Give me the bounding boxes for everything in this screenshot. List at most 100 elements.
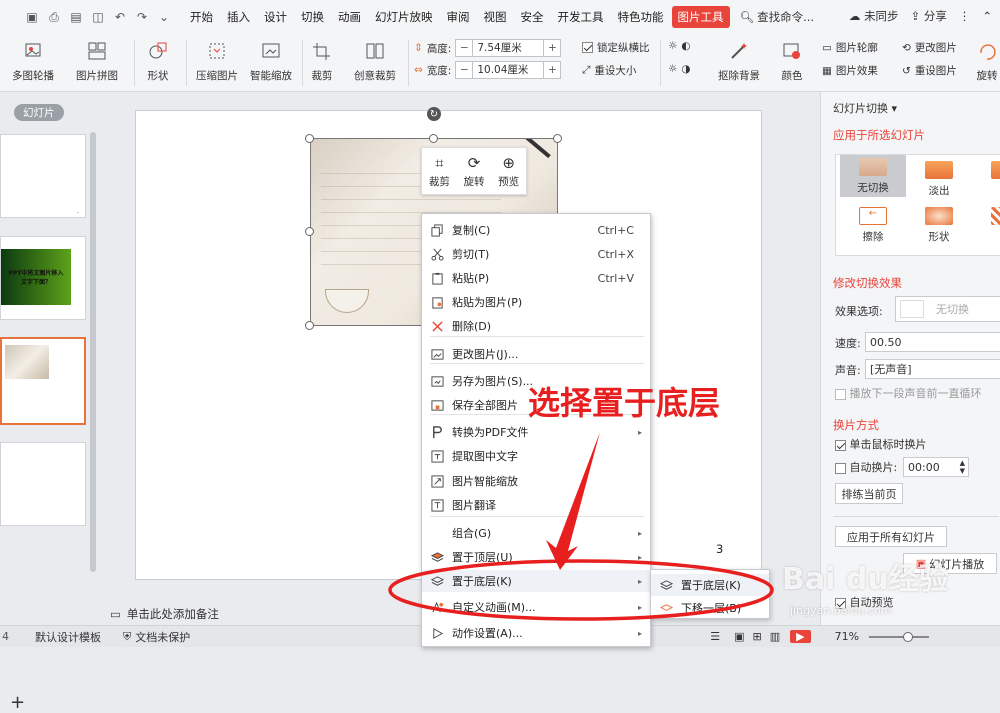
effect-shape[interactable]: 形状	[906, 207, 972, 244]
on-click-check[interactable]	[835, 440, 846, 451]
resize-handle[interactable]	[429, 134, 438, 143]
effect-option-select[interactable]: 无切换	[895, 296, 1000, 322]
panel-title[interactable]: 幻灯片切换 ▾	[833, 100, 897, 116]
rotate-button[interactable]: 旋转	[975, 40, 999, 83]
lock-ratio-checkbox[interactable]: 锁定纵横比	[582, 40, 650, 55]
tab-4[interactable]: 动画	[332, 6, 367, 28]
resize-handle[interactable]	[305, 227, 314, 236]
play-button[interactable]: ▶	[790, 630, 810, 643]
menu-item-0[interactable]: 复制(C)Ctrl+C	[422, 219, 650, 241]
command-search[interactable]: 🔍︎ 查找命令...	[740, 9, 815, 25]
menu-item-11[interactable]: 图片翻译	[422, 494, 650, 516]
zoom-slider[interactable]	[869, 636, 929, 638]
menu-item-14[interactable]: 置于底层(K)▸	[422, 570, 650, 592]
minus-icon[interactable]: −	[456, 64, 472, 76]
tab-2[interactable]: 设计	[258, 6, 293, 28]
slide-thumbnail[interactable]: PPT中将文图片移入文字下面？	[0, 236, 86, 320]
reset-pic-button[interactable]: ↺重设图片	[902, 63, 957, 78]
rotate-handle[interactable]: ↻	[427, 107, 441, 121]
brightness-buttons[interactable]: ☼◐	[668, 40, 691, 52]
reading-view-icon[interactable]: ▥	[770, 630, 780, 643]
menu-item-9[interactable]: 提取图中文字	[422, 445, 650, 467]
tab-7[interactable]: 视图	[478, 6, 513, 28]
undo-icon[interactable]: ↶	[112, 9, 128, 25]
auto-checkbox[interactable]: 自动换片:	[835, 459, 897, 475]
tab-11[interactable]: 图片工具	[672, 6, 730, 28]
effect-fade[interactable]: 淡出	[906, 161, 972, 198]
height-value[interactable]: 7.54厘米	[472, 40, 544, 56]
tab-10[interactable]: 特色功能	[612, 6, 670, 28]
chevron-down-icon[interactable]: ⌄	[156, 9, 172, 25]
crop-tool[interactable]: ⌗裁剪	[429, 154, 450, 189]
menu-item-13[interactable]: 置于顶层(U)▸	[422, 546, 650, 568]
menu-item-15[interactable]: 自定义动画(M)...▸	[422, 596, 650, 618]
color-button[interactable]: 颜色	[780, 40, 804, 83]
print-icon[interactable]: ▤	[68, 9, 84, 25]
normal-view-icon[interactable]: ▣	[734, 630, 744, 643]
brightness-down-buttons[interactable]: ☼◑	[668, 63, 691, 75]
reset-size-button[interactable]: ⤢ 重设大小	[582, 63, 636, 78]
menu-item-8[interactable]: 转换为PDF文件▸	[422, 421, 650, 443]
menu-item-2[interactable]: 粘贴(P)Ctrl+V	[422, 267, 650, 289]
print-preview-icon[interactable]: ⎙	[46, 9, 62, 25]
contrast-down-icon[interactable]: ◑	[681, 63, 690, 75]
add-slide-icon[interactable]: +	[10, 692, 25, 713]
lock-ratio-check[interactable]	[582, 42, 593, 53]
smart-scale-button[interactable]: 智能缩放	[250, 40, 292, 83]
menu-item-3[interactable]: 粘贴为图片(P)	[422, 291, 650, 313]
menu-item-5[interactable]: 更改图片(J)...	[422, 343, 650, 365]
menu-item-16[interactable]: 动作设置(A)...▸	[422, 622, 650, 644]
resize-handle[interactable]	[305, 134, 314, 143]
template-name[interactable]: 默认设计模板	[35, 629, 101, 645]
rehearse-button[interactable]: 排练当前页	[835, 483, 903, 504]
resize-handle[interactable]	[553, 134, 562, 143]
creative-crop-button[interactable]: 创意裁剪	[354, 40, 396, 83]
tab-5[interactable]: 幻灯片放映	[369, 6, 439, 28]
tab-0[interactable]: 开始	[184, 6, 219, 28]
width-spinner[interactable]: −10.04厘米+	[455, 61, 561, 79]
minus-icon[interactable]: −	[456, 42, 472, 54]
collage-button[interactable]: 图片拼图	[76, 40, 118, 83]
width-value[interactable]: 10.04厘米	[472, 62, 544, 78]
slide-thumbnail-selected[interactable]	[0, 337, 86, 425]
redo-icon[interactable]: ↷	[134, 9, 150, 25]
plus-icon[interactable]: +	[544, 42, 560, 54]
on-click-checkbox[interactable]: 单击鼠标时换片	[835, 436, 927, 452]
shape-button[interactable]: 形状	[146, 40, 170, 83]
protect-status[interactable]: 文档未保护	[135, 629, 190, 645]
menu-item-1[interactable]: 剪切(T)Ctrl+X	[422, 243, 650, 265]
sound-select[interactable]: [无声音]	[865, 359, 1000, 379]
rotate-tool[interactable]: ⟳旋转	[463, 154, 484, 189]
speed-input[interactable]: 00.50	[865, 332, 1000, 352]
sorter-view-icon[interactable]: ⊞	[753, 630, 762, 643]
effect-dissolve[interactable]: 溶	[972, 207, 1000, 244]
tab-3[interactable]: 切换	[295, 6, 330, 28]
menu-item-10[interactable]: 图片智能缩放	[422, 470, 650, 492]
more-icon[interactable]: ⋮	[959, 9, 971, 23]
outline-button[interactable]: ▭图片轮廓	[822, 40, 878, 55]
effect-cut[interactable]: 切	[972, 161, 1000, 198]
scrollbar[interactable]	[90, 132, 96, 572]
zoom-level[interactable]: 71%	[835, 630, 859, 643]
slide-thumbnail[interactable]	[0, 442, 86, 526]
brightness-down-icon[interactable]: ☼	[668, 63, 677, 75]
menu-item-12[interactable]: 组合(G)▸	[422, 522, 650, 544]
preview-icon[interactable]: ◫	[90, 9, 106, 25]
tab-1[interactable]: 插入	[221, 6, 256, 28]
apply-all-button[interactable]: 应用于所有幻灯片	[835, 526, 947, 547]
preview-tool[interactable]: ⊕预览	[498, 154, 519, 189]
tab-9[interactable]: 开发工具	[552, 6, 610, 28]
submenu-send-backward[interactable]: 下移一层(B)	[651, 597, 769, 619]
contrast-icon[interactable]: ◐	[681, 40, 690, 52]
expand-icon[interactable]: ⌃	[982, 9, 992, 23]
zoom-thumb[interactable]	[903, 632, 913, 642]
height-spinner[interactable]: −7.54厘米+	[455, 39, 561, 57]
auto-time-input[interactable]: 00:00▲▼	[903, 457, 969, 477]
effect-none[interactable]: 无切换	[840, 155, 906, 197]
submenu-send-to-back[interactable]: 置于底层(K)	[651, 574, 769, 596]
compress-button[interactable]: 压缩图片	[196, 40, 238, 83]
slide-thumbnail[interactable]: .	[0, 134, 86, 218]
crop-button[interactable]: 裁剪	[310, 40, 334, 83]
multi-outline-button[interactable]: 多图轮播	[12, 40, 54, 83]
loop-check[interactable]	[835, 389, 846, 400]
